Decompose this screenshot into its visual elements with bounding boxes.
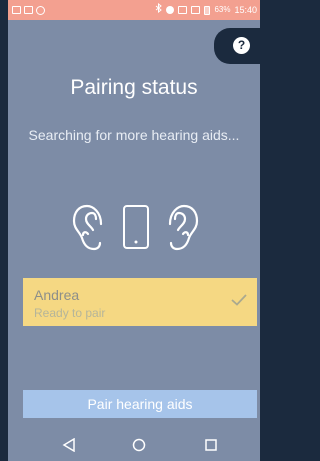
status-bar: 63% 15:40 <box>8 0 260 20</box>
app-screen: 63% 15:40 ? Pairing status Searching for… <box>8 0 260 461</box>
pairing-illustration <box>8 198 260 254</box>
phone-icon <box>123 205 149 249</box>
recents-nav-icon[interactable] <box>204 438 218 452</box>
status-notifications <box>12 0 45 20</box>
right-ear-icon <box>168 204 199 251</box>
back-nav-icon[interactable] <box>62 438 76 452</box>
device-name: Andrea <box>34 287 80 303</box>
device-status: Ready to pair <box>34 306 106 320</box>
bluetooth-icon <box>155 0 163 20</box>
clock: 15:40 <box>234 5 257 15</box>
page-title: Pairing status <box>70 76 198 99</box>
device-list-item[interactable]: Andrea Ready to pair <box>23 278 257 326</box>
image-notification-icon <box>24 6 33 14</box>
battery-percent: 63% <box>214 5 231 14</box>
home-nav-icon[interactable] <box>132 438 146 452</box>
pair-hearing-aids-button[interactable]: Pair hearing aids <box>23 390 257 418</box>
do-not-disturb-icon <box>166 6 175 14</box>
android-nav-bar <box>8 426 260 461</box>
vibrate-icon <box>178 6 188 14</box>
battery-icon <box>204 5 211 15</box>
gallery-notification-icon <box>12 6 21 14</box>
sync-notification-icon <box>36 5 45 15</box>
help-button[interactable]: ? <box>214 28 260 64</box>
searching-message: Searching for more hearing aids... <box>28 127 240 143</box>
checkmark-icon <box>231 294 247 306</box>
status-indicators: 63% 15:40 <box>155 0 257 20</box>
help-icon: ? <box>233 37 250 54</box>
signal-icon <box>191 6 201 14</box>
left-ear-icon <box>72 204 103 251</box>
